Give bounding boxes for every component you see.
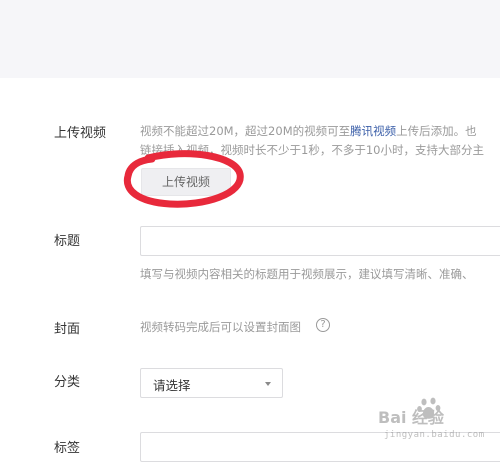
category-label: 分类 [54, 375, 81, 390]
title-hint: 填写与视频内容相关的标题用于视频展示，建议填写清晰、准确、 [140, 267, 474, 281]
upload-hint-line2: 链接插入视频，视频时长不少于1秒，不多于10小时，支持大部分主 [140, 143, 484, 157]
category-selected-value: 请选择 [153, 378, 191, 393]
upload-hint-text-b: 上传后添加。也 [396, 124, 477, 138]
chevron-down-icon [265, 382, 271, 386]
watermark-brand: Bai 经验 [378, 408, 445, 427]
title-input[interactable] [140, 226, 500, 256]
upload-hint-text-a: 视频不能超过20M，超过20M的视频可至 [140, 124, 351, 138]
upload-hint-line1: 视频不能超过20M，超过20M的视频可至腾讯视频上传后添加。也 [140, 123, 500, 139]
upload-video-label: 上传视频 [54, 126, 107, 141]
header-band [0, 0, 500, 78]
category-select[interactable]: 请选择 [140, 368, 283, 398]
tags-input[interactable] [140, 432, 500, 462]
cover-label: 封面 [54, 322, 81, 337]
upload-video-button[interactable]: 上传视频 [141, 168, 231, 196]
title-label: 标题 [54, 234, 81, 249]
cover-hint: 视频转码完成后可以设置封面图 [140, 320, 301, 334]
tags-label: 标签 [54, 441, 81, 456]
paw-logo-icon [417, 397, 441, 419]
tencent-video-link[interactable]: 腾讯视频 [350, 124, 396, 138]
help-icon[interactable]: ? [316, 318, 330, 332]
